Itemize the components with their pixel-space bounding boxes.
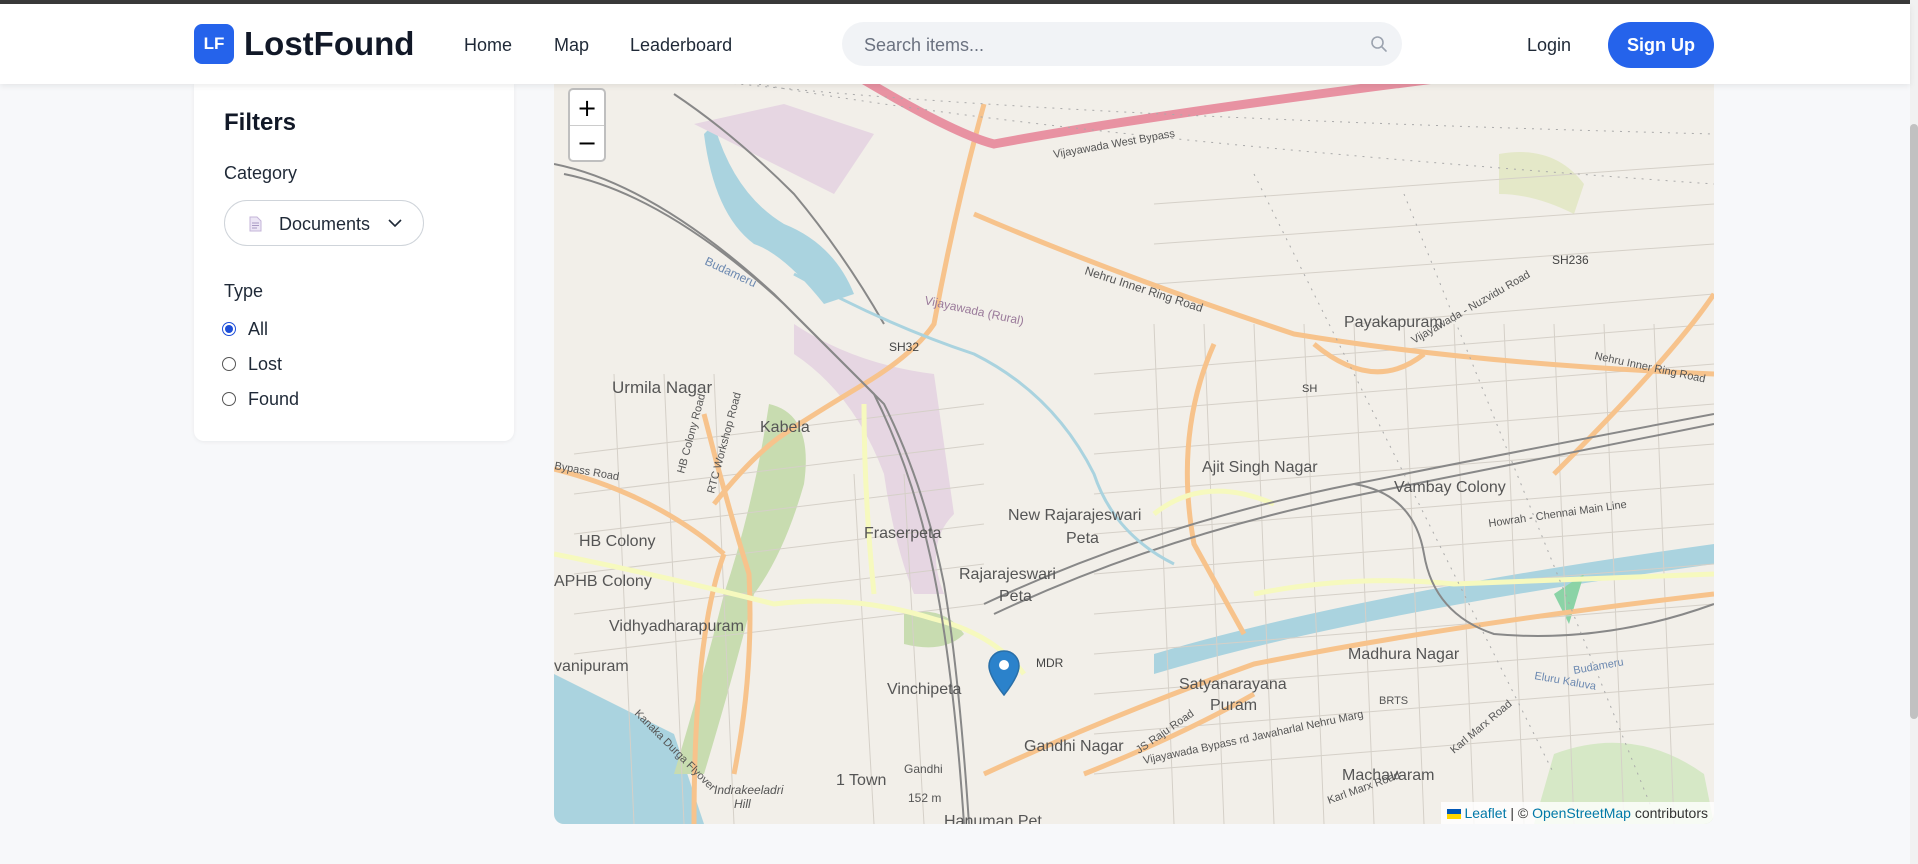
svg-text:Satyanarayana: Satyanarayana (1179, 676, 1287, 693)
svg-text:Gandhi: Gandhi (904, 762, 943, 776)
radio-all[interactable] (222, 322, 236, 336)
ukraine-flag-icon (1447, 809, 1462, 820)
svg-text:Hill: Hill (734, 797, 751, 811)
svg-text:Vinchipeta: Vinchipeta (887, 681, 962, 698)
category-label: Category (224, 163, 298, 183)
login-link[interactable]: Login (1527, 34, 1571, 56)
svg-text:Peta: Peta (1066, 530, 1099, 547)
svg-text:MDR: MDR (1036, 656, 1064, 670)
map-attribution: Leaflet | © OpenStreetMap contributors (1441, 802, 1714, 824)
chevron-down-icon (388, 219, 402, 228)
page-scrollbar-thumb[interactable] (1910, 124, 1918, 719)
attribution-suffix: contributors (1634, 805, 1708, 821)
map-pin-icon[interactable] (988, 650, 1020, 696)
radio-lost[interactable] (222, 357, 236, 371)
svg-text:Gandhi Nagar: Gandhi Nagar (1024, 738, 1124, 755)
svg-text:SH236: SH236 (1552, 253, 1589, 267)
svg-text:Puram: Puram (1210, 697, 1257, 714)
type-option-all[interactable]: All (222, 318, 268, 340)
svg-text:Machavaram: Machavaram (1342, 767, 1434, 784)
svg-text:Rajarajeswari: Rajarajeswari (959, 566, 1056, 583)
logo-badge[interactable]: LF (194, 24, 234, 64)
type-label: Type (224, 281, 264, 301)
svg-text:Vambay Colony: Vambay Colony (1394, 479, 1506, 496)
navbar: LF LostFound Home Map Leaderboard Login … (0, 4, 1910, 84)
signup-button[interactable]: Sign Up (1608, 22, 1714, 68)
type-option-found[interactable]: Found (222, 388, 299, 410)
svg-text:HB Colony: HB Colony (579, 533, 655, 550)
svg-text:SH32: SH32 (889, 340, 919, 354)
type-option-label: All (248, 318, 269, 339)
leaflet-link[interactable]: Leaflet (1464, 805, 1506, 821)
svg-text:1 Town: 1 Town (836, 772, 886, 789)
search-input[interactable] (862, 22, 1366, 68)
svg-text:BRTS: BRTS (1379, 695, 1408, 707)
svg-text:Fraserpeta: Fraserpeta (864, 525, 941, 542)
svg-text:New Rajarajeswari: New Rajarajeswari (1008, 507, 1141, 524)
svg-text:Kabela: Kabela (760, 419, 810, 436)
nav-home[interactable]: Home (464, 34, 512, 56)
filters-title: Filters (224, 109, 297, 136)
zoom-out-button[interactable]: − (570, 125, 604, 160)
map-tiles[interactable]: Ambapuram Vijayawada West Bypass Budamer… (554, 74, 1714, 824)
document-icon (249, 216, 262, 232)
attribution-separator: | © (1510, 805, 1529, 821)
svg-text:Peta: Peta (999, 588, 1032, 605)
svg-text:APHB Colony: APHB Colony (554, 573, 652, 590)
zoom-control: + − (568, 88, 606, 162)
zoom-in-button[interactable]: + (570, 90, 604, 126)
radio-found[interactable] (222, 392, 236, 406)
svg-text:Hanuman Pet: Hanuman Pet (944, 813, 1042, 824)
nav-map[interactable]: Map (554, 34, 589, 56)
svg-text:Madhura Nagar: Madhura Nagar (1348, 646, 1460, 663)
type-option-label: Found (248, 388, 300, 409)
svg-text:Ajit Singh Nagar: Ajit Singh Nagar (1202, 459, 1318, 476)
type-option-label: Lost (248, 353, 283, 374)
svg-text:Indrakeeladri: Indrakeeladri (714, 783, 784, 797)
svg-text:Vidhyadharapuram: Vidhyadharapuram (609, 618, 744, 635)
brand-name[interactable]: LostFound (244, 24, 414, 64)
category-select[interactable]: Documents (224, 200, 424, 246)
category-selected-value: Documents (279, 214, 371, 234)
search-icon[interactable] (1370, 35, 1388, 53)
nav-leaderboard[interactable]: Leaderboard (630, 34, 732, 56)
filters-panel: Filters Category Documents Type All Lost… (194, 84, 514, 441)
svg-text:SH: SH (1302, 383, 1317, 395)
map-view[interactable]: Ambapuram Vijayawada West Bypass Budamer… (554, 74, 1714, 824)
svg-text:152 m: 152 m (908, 791, 941, 805)
osm-link[interactable]: OpenStreetMap (1532, 805, 1631, 821)
search-bar (842, 22, 1402, 68)
svg-text:vanipuram: vanipuram (554, 658, 629, 675)
type-option-lost[interactable]: Lost (222, 353, 282, 375)
